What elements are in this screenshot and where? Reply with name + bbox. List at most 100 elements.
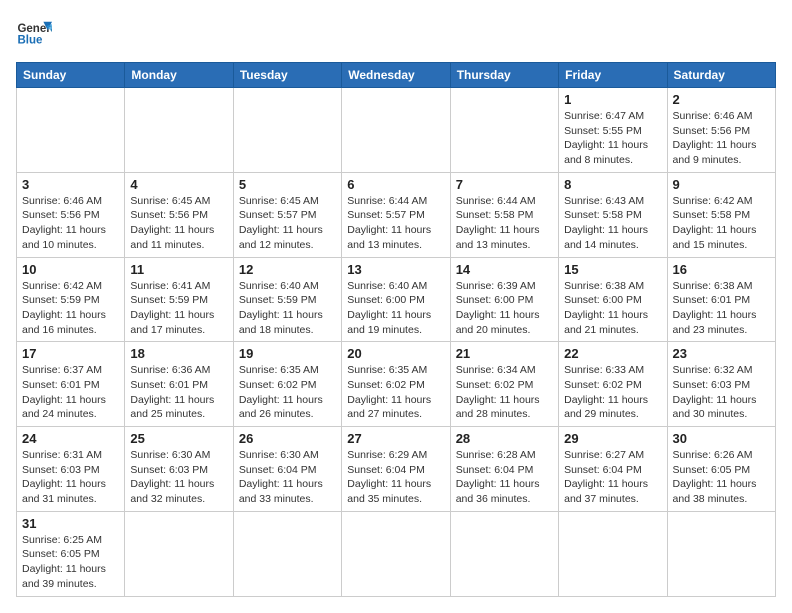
calendar-cell (559, 511, 667, 596)
calendar-cell: 11 Sunrise: 6:41 AM Sunset: 5:59 PM Dayli… (125, 257, 233, 342)
calendar-cell: 31 Sunrise: 6:25 AM Sunset: 6:05 PM Dayli… (17, 511, 125, 596)
calendar-cell: 3Sunrise: 6:46 AM Sunset: 5:56 PM Daylig… (17, 172, 125, 257)
cell-info: Sunrise: 6:37 AM Sunset: 6:01 PM Dayligh… (22, 363, 119, 422)
day-number: 1 (564, 92, 661, 107)
day-number: 23 (673, 346, 770, 361)
day-number: 13 (347, 262, 444, 277)
calendar-cell: 24 Sunrise: 6:31 AM Sunset: 6:03 PM Dayli… (17, 427, 125, 512)
day-number: 27 (347, 431, 444, 446)
header: General Blue (16, 16, 776, 52)
calendar-cell (667, 511, 775, 596)
calendar-cell: 8 Sunrise: 6:43 AM Sunset: 5:58 PM Daylig… (559, 172, 667, 257)
cell-info: Sunrise: 6:32 AM Sunset: 6:03 PM Dayligh… (673, 363, 770, 422)
calendar-cell: 28 Sunrise: 6:28 AM Sunset: 6:04 PM Dayli… (450, 427, 558, 512)
day-number: 21 (456, 346, 553, 361)
calendar-week-row: 31 Sunrise: 6:25 AM Sunset: 6:05 PM Dayli… (17, 511, 776, 596)
cell-info: Sunrise: 6:42 AM Sunset: 5:59 PM Dayligh… (22, 279, 119, 338)
calendar-cell: 23 Sunrise: 6:32 AM Sunset: 6:03 PM Dayli… (667, 342, 775, 427)
calendar-cell: 26 Sunrise: 6:30 AM Sunset: 6:04 PM Dayli… (233, 427, 341, 512)
cell-info: Sunrise: 6:46 AM Sunset: 5:56 PM Dayligh… (22, 194, 119, 253)
cell-info: Sunrise: 6:35 AM Sunset: 6:02 PM Dayligh… (239, 363, 336, 422)
day-number: 26 (239, 431, 336, 446)
day-number: 19 (239, 346, 336, 361)
day-number: 28 (456, 431, 553, 446)
day-number: 16 (673, 262, 770, 277)
day-number: 10 (22, 262, 119, 277)
cell-info: Sunrise: 6:35 AM Sunset: 6:02 PM Dayligh… (347, 363, 444, 422)
calendar-cell: 19 Sunrise: 6:35 AM Sunset: 6:02 PM Dayli… (233, 342, 341, 427)
cell-info: Sunrise: 6:46 AM Sunset: 5:56 PM Dayligh… (673, 109, 770, 168)
calendar-cell: 7Sunrise: 6:44 AM Sunset: 5:58 PM Daylig… (450, 172, 558, 257)
day-number: 4 (130, 177, 227, 192)
logo: General Blue (16, 16, 52, 52)
calendar-cell: 1 Sunrise: 6:47 AM Sunset: 5:55 PM Daylig… (559, 88, 667, 173)
calendar-cell: 9 Sunrise: 6:42 AM Sunset: 5:58 PM Daylig… (667, 172, 775, 257)
calendar-cell (342, 511, 450, 596)
calendar-week-row: 10 Sunrise: 6:42 AM Sunset: 5:59 PM Dayli… (17, 257, 776, 342)
calendar-cell (125, 88, 233, 173)
calendar-cell (450, 511, 558, 596)
svg-text:Blue: Blue (17, 34, 43, 46)
day-number: 18 (130, 346, 227, 361)
cell-info: Sunrise: 6:30 AM Sunset: 6:03 PM Dayligh… (130, 448, 227, 507)
logo-icon: General Blue (16, 16, 52, 52)
day-number: 5 (239, 177, 336, 192)
calendar-cell (233, 511, 341, 596)
day-number: 12 (239, 262, 336, 277)
day-number: 22 (564, 346, 661, 361)
cell-info: Sunrise: 6:39 AM Sunset: 6:00 PM Dayligh… (456, 279, 553, 338)
cell-info: Sunrise: 6:30 AM Sunset: 6:04 PM Dayligh… (239, 448, 336, 507)
day-number: 31 (22, 516, 119, 531)
day-header-sunday: Sunday (17, 63, 125, 88)
calendar-cell: 13 Sunrise: 6:40 AM Sunset: 6:00 PM Dayli… (342, 257, 450, 342)
calendar-week-row: 17Sunrise: 6:37 AM Sunset: 6:01 PM Dayli… (17, 342, 776, 427)
calendar-cell: 6Sunrise: 6:44 AM Sunset: 5:57 PM Daylig… (342, 172, 450, 257)
day-number: 11 (130, 262, 227, 277)
cell-info: Sunrise: 6:43 AM Sunset: 5:58 PM Dayligh… (564, 194, 661, 253)
cell-info: Sunrise: 6:27 AM Sunset: 6:04 PM Dayligh… (564, 448, 661, 507)
calendar-cell: 21 Sunrise: 6:34 AM Sunset: 6:02 PM Dayli… (450, 342, 558, 427)
day-header-monday: Monday (125, 63, 233, 88)
calendar-cell: 14Sunrise: 6:39 AM Sunset: 6:00 PM Dayli… (450, 257, 558, 342)
day-number: 8 (564, 177, 661, 192)
calendar-header-row: SundayMondayTuesdayWednesdayThursdayFrid… (17, 63, 776, 88)
day-header-thursday: Thursday (450, 63, 558, 88)
calendar-cell: 27Sunrise: 6:29 AM Sunset: 6:04 PM Dayli… (342, 427, 450, 512)
calendar: SundayMondayTuesdayWednesdayThursdayFrid… (16, 62, 776, 597)
calendar-cell (125, 511, 233, 596)
calendar-cell: 20Sunrise: 6:35 AM Sunset: 6:02 PM Dayli… (342, 342, 450, 427)
calendar-cell: 16 Sunrise: 6:38 AM Sunset: 6:01 PM Dayli… (667, 257, 775, 342)
day-number: 24 (22, 431, 119, 446)
calendar-cell: 2 Sunrise: 6:46 AM Sunset: 5:56 PM Daylig… (667, 88, 775, 173)
cell-info: Sunrise: 6:34 AM Sunset: 6:02 PM Dayligh… (456, 363, 553, 422)
calendar-cell: 10 Sunrise: 6:42 AM Sunset: 5:59 PM Dayli… (17, 257, 125, 342)
calendar-cell: 5 Sunrise: 6:45 AM Sunset: 5:57 PM Daylig… (233, 172, 341, 257)
day-number: 9 (673, 177, 770, 192)
calendar-cell: 15Sunrise: 6:38 AM Sunset: 6:00 PM Dayli… (559, 257, 667, 342)
cell-info: Sunrise: 6:38 AM Sunset: 6:01 PM Dayligh… (673, 279, 770, 338)
calendar-cell (342, 88, 450, 173)
cell-info: Sunrise: 6:40 AM Sunset: 5:59 PM Dayligh… (239, 279, 336, 338)
calendar-week-row: 3Sunrise: 6:46 AM Sunset: 5:56 PM Daylig… (17, 172, 776, 257)
cell-info: Sunrise: 6:38 AM Sunset: 6:00 PM Dayligh… (564, 279, 661, 338)
cell-info: Sunrise: 6:33 AM Sunset: 6:02 PM Dayligh… (564, 363, 661, 422)
cell-info: Sunrise: 6:40 AM Sunset: 6:00 PM Dayligh… (347, 279, 444, 338)
calendar-cell (450, 88, 558, 173)
day-header-saturday: Saturday (667, 63, 775, 88)
cell-info: Sunrise: 6:45 AM Sunset: 5:57 PM Dayligh… (239, 194, 336, 253)
calendar-cell (17, 88, 125, 173)
day-number: 2 (673, 92, 770, 107)
cell-info: Sunrise: 6:25 AM Sunset: 6:05 PM Dayligh… (22, 533, 119, 592)
cell-info: Sunrise: 6:42 AM Sunset: 5:58 PM Dayligh… (673, 194, 770, 253)
calendar-week-row: 1 Sunrise: 6:47 AM Sunset: 5:55 PM Daylig… (17, 88, 776, 173)
calendar-cell: 29Sunrise: 6:27 AM Sunset: 6:04 PM Dayli… (559, 427, 667, 512)
day-header-friday: Friday (559, 63, 667, 88)
cell-info: Sunrise: 6:41 AM Sunset: 5:59 PM Dayligh… (130, 279, 227, 338)
calendar-cell: 25Sunrise: 6:30 AM Sunset: 6:03 PM Dayli… (125, 427, 233, 512)
cell-info: Sunrise: 6:28 AM Sunset: 6:04 PM Dayligh… (456, 448, 553, 507)
cell-info: Sunrise: 6:36 AM Sunset: 6:01 PM Dayligh… (130, 363, 227, 422)
calendar-cell: 12 Sunrise: 6:40 AM Sunset: 5:59 PM Dayli… (233, 257, 341, 342)
cell-info: Sunrise: 6:47 AM Sunset: 5:55 PM Dayligh… (564, 109, 661, 168)
cell-info: Sunrise: 6:31 AM Sunset: 6:03 PM Dayligh… (22, 448, 119, 507)
cell-info: Sunrise: 6:44 AM Sunset: 5:58 PM Dayligh… (456, 194, 553, 253)
